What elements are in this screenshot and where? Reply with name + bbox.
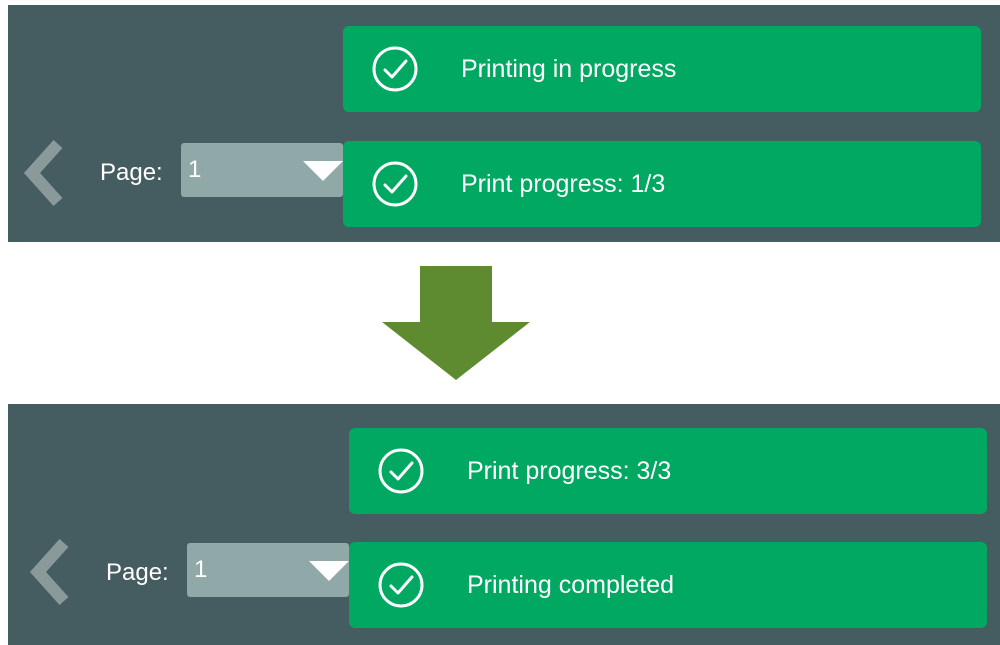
check-circle-icon bbox=[378, 448, 424, 494]
caret-down-icon bbox=[309, 561, 349, 581]
caret-down-icon bbox=[303, 161, 343, 181]
toast-message: Print progress: 1/3 bbox=[461, 170, 666, 198]
toast-message: Print progress: 3/3 bbox=[467, 457, 672, 485]
check-circle-icon bbox=[378, 562, 424, 608]
toast-notification: Printing completed bbox=[349, 542, 987, 628]
page-select-value: 1 bbox=[194, 556, 208, 583]
page-label: Page: bbox=[100, 159, 163, 186]
check-circle-icon bbox=[372, 46, 418, 92]
toast-message: Printing in progress bbox=[461, 55, 677, 83]
toast-notification: Print progress: 1/3 bbox=[343, 141, 981, 227]
chevron-left-icon[interactable] bbox=[20, 138, 80, 208]
down-arrow-icon bbox=[382, 266, 530, 380]
check-circle-icon bbox=[372, 161, 418, 207]
toast-notification: Printing in progress bbox=[343, 26, 981, 112]
page-select-value: 1 bbox=[188, 156, 202, 183]
chevron-left-icon[interactable] bbox=[26, 537, 86, 607]
page-select[interactable]: 1 bbox=[181, 143, 343, 197]
before-screen-panel: Page: 1 Printing in progress Print progr… bbox=[8, 5, 1000, 242]
after-screen-panel: Page: 1 Print progress: 3/3 Printing com… bbox=[8, 404, 1000, 645]
page-select[interactable]: 1 bbox=[187, 543, 349, 597]
toast-notification: Print progress: 3/3 bbox=[349, 428, 987, 514]
page-label: Page: bbox=[106, 559, 169, 586]
toast-message: Printing completed bbox=[467, 571, 675, 599]
